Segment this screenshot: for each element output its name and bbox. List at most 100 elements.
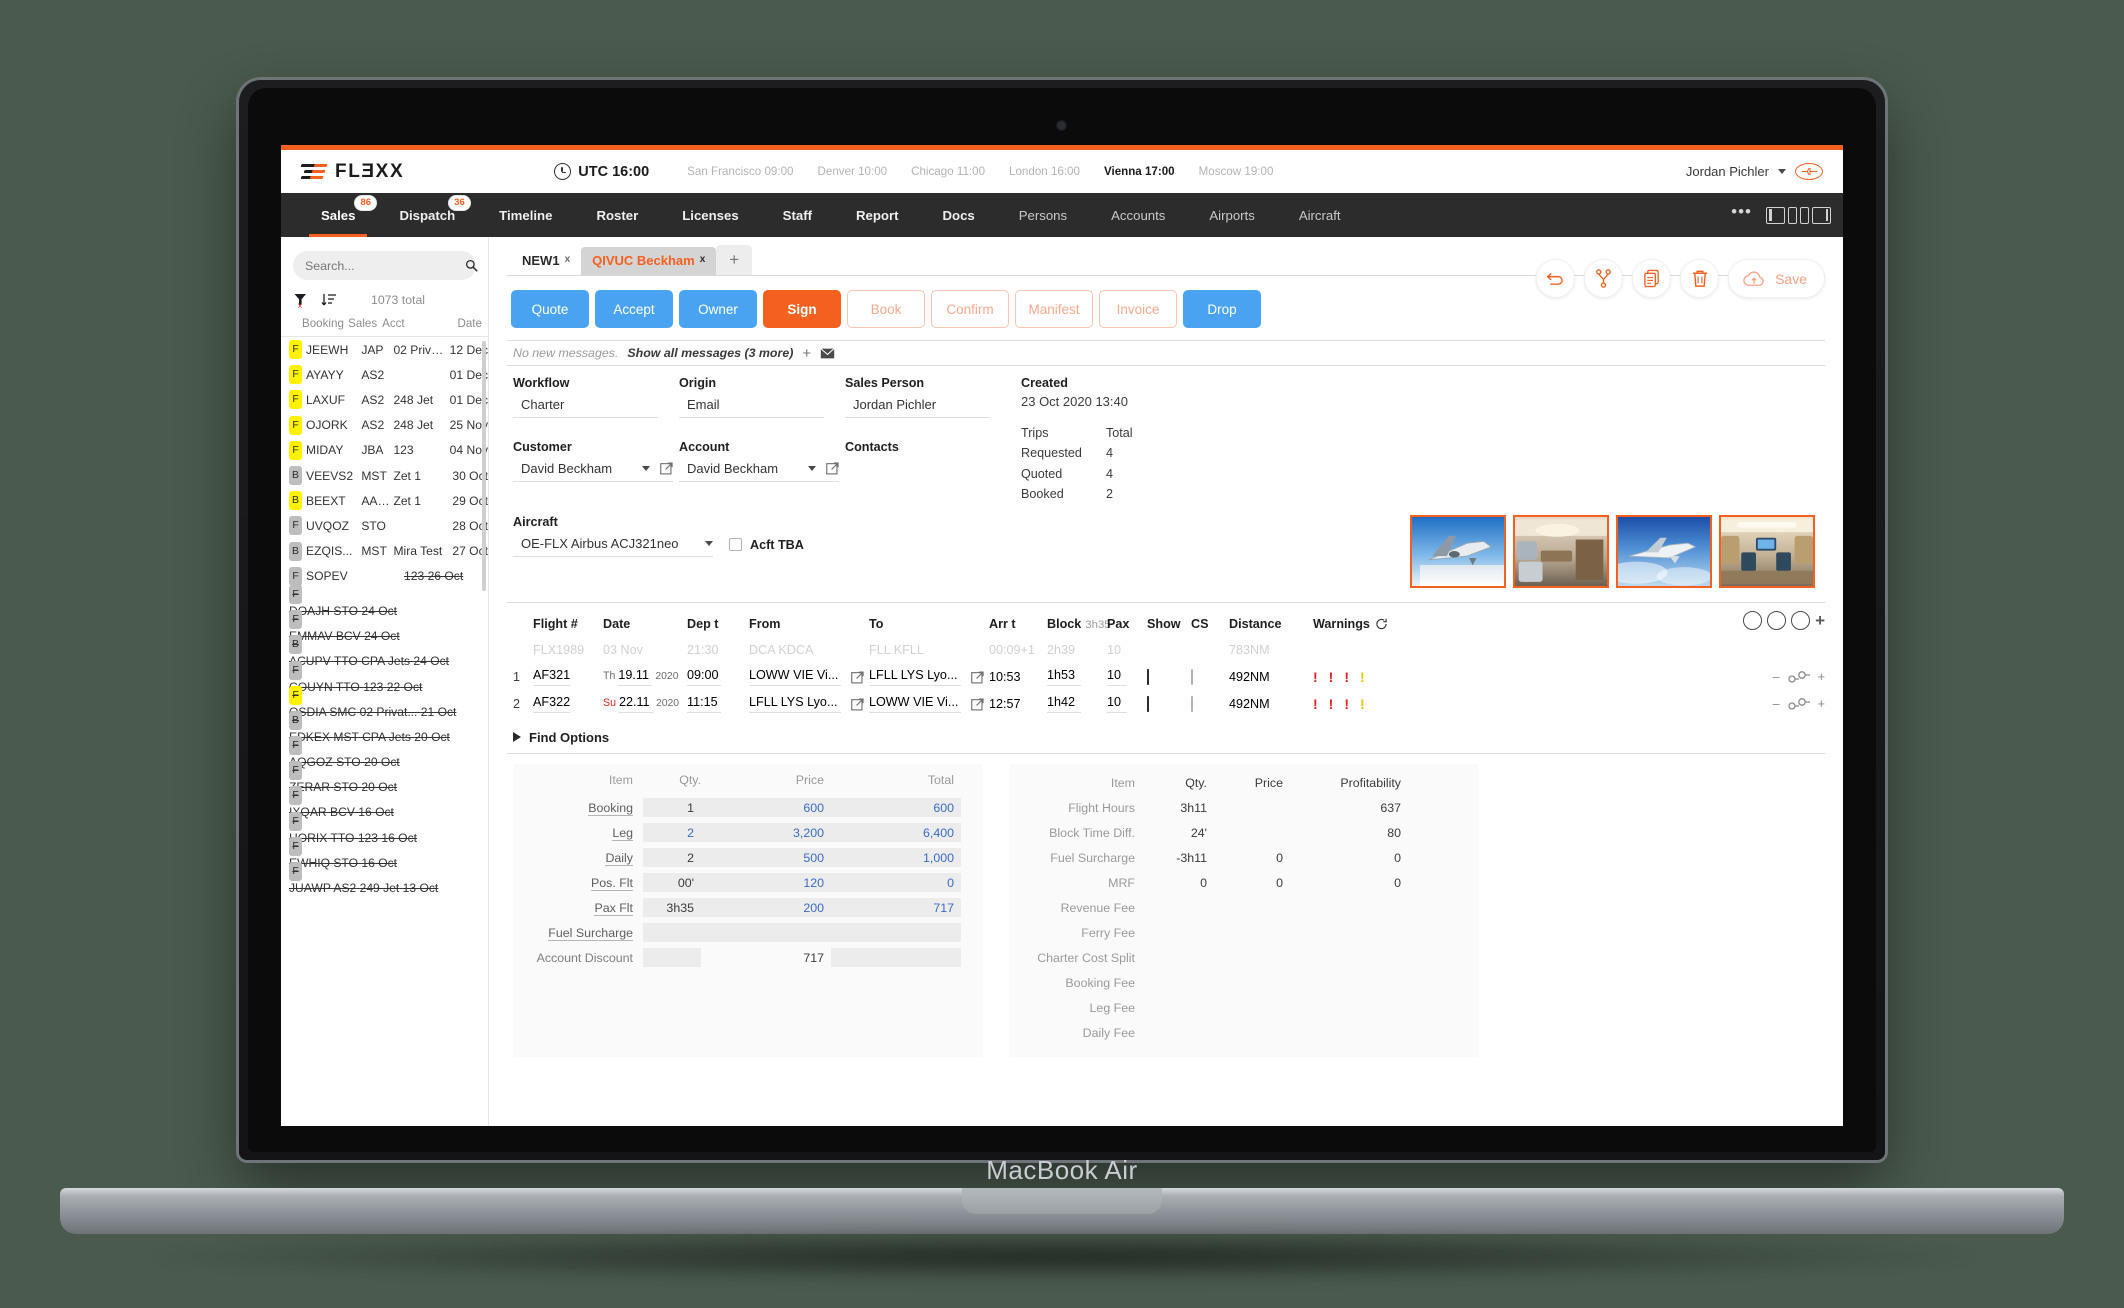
- pricing-qty[interactable]: 1: [643, 798, 701, 818]
- list-item[interactable]: F AYAYY AS2 01 Dec: [281, 362, 488, 387]
- duplicate-button[interactable]: [1632, 259, 1672, 298]
- add-tab-button[interactable]: +: [716, 245, 753, 275]
- warning-icon[interactable]: !: [1344, 696, 1349, 712]
- list-item[interactable]: F LAXUF AS2 248 Jet 01 Dec: [281, 387, 488, 412]
- origin-value[interactable]: Email: [679, 394, 824, 418]
- list-item[interactable]: F UVQOZ STO 28 Oct: [281, 513, 488, 538]
- crew-icon[interactable]: [1767, 611, 1787, 631]
- flight-cs-checkbox[interactable]: [1191, 669, 1229, 686]
- flight-pax[interactable]: 10: [1107, 668, 1147, 687]
- pricing-item[interactable]: Pax Flt: [525, 900, 643, 916]
- open-external-icon[interactable]: [826, 462, 839, 475]
- pricing-total[interactable]: 600: [831, 798, 961, 818]
- add-message-icon[interactable]: +: [802, 345, 811, 362]
- pricing-qty[interactable]: 00': [643, 873, 701, 893]
- overflow-menu-icon[interactable]: •••: [1731, 203, 1752, 220]
- world-clock-city[interactable]: Moscow 19:00: [1199, 165, 1274, 178]
- pricing-item[interactable]: Leg: [525, 825, 643, 841]
- aircraft-in-flight[interactable]: [1616, 514, 1712, 588]
- aircraft-select[interactable]: OE-FLX Airbus ACJ321neo: [513, 533, 713, 557]
- flight-to[interactable]: LFLL LYS Lyo...: [869, 668, 989, 687]
- layout-triple-icon[interactable]: [1812, 206, 1831, 224]
- route-icon[interactable]: [1786, 670, 1812, 684]
- nav-item-airports[interactable]: Airports: [1187, 193, 1276, 237]
- pricing-qty[interactable]: [643, 923, 701, 943]
- action-accept-button[interactable]: Accept: [595, 290, 673, 328]
- nav-item-sales[interactable]: Sales 86: [299, 193, 377, 237]
- nav-item-licenses[interactable]: Licenses: [660, 193, 760, 237]
- undo-button[interactable]: [1536, 259, 1576, 298]
- flight-to[interactable]: LOWW VIE Vi...: [869, 695, 989, 714]
- list-item[interactable]: F MIDAY JBA 123 04 Nov: [281, 438, 488, 463]
- nav-item-staff[interactable]: Staff: [761, 193, 834, 237]
- pricing-price[interactable]: 500: [701, 848, 831, 868]
- sort-icon[interactable]: [321, 292, 337, 308]
- acft-tba-checkbox[interactable]: [729, 538, 742, 552]
- flight-show-checkbox[interactable]: [1147, 696, 1191, 713]
- pricing-total[interactable]: 1,000: [831, 848, 961, 868]
- layout-split-right-icon[interactable]: [1800, 206, 1809, 224]
- pricing-item[interactable]: Daily: [525, 850, 643, 866]
- pricing-qty[interactable]: 3h35: [643, 898, 701, 918]
- nav-item-accounts[interactable]: Accounts: [1089, 193, 1187, 237]
- delete-button[interactable]: [1680, 259, 1720, 298]
- aircraft-exterior-takeoff[interactable]: [1410, 514, 1506, 588]
- warning-icon[interactable]: !: [1329, 696, 1334, 712]
- pricing-qty[interactable]: [643, 948, 701, 968]
- customer-select[interactable]: David Beckham: [513, 458, 673, 482]
- pricing-total[interactable]: [831, 923, 961, 943]
- nav-item-timeline[interactable]: Timeline: [477, 193, 574, 237]
- fuel-icon[interactable]: [1791, 611, 1811, 631]
- add-leg-icon[interactable]: +: [1818, 697, 1825, 711]
- world-clock-city[interactable]: Denver 10:00: [818, 165, 888, 178]
- pricing-total[interactable]: 6,400: [831, 823, 961, 843]
- layout-split-left-icon[interactable]: [1788, 206, 1797, 224]
- add-leg-icon[interactable]: +: [1818, 670, 1825, 684]
- search-input[interactable]: [305, 258, 465, 273]
- open-external-icon[interactable]: [660, 462, 673, 475]
- pricing-price[interactable]: 600: [701, 798, 831, 818]
- warning-icon[interactable]: !: [1313, 669, 1318, 685]
- open-external-icon[interactable]: [971, 698, 984, 711]
- close-icon[interactable]: x: [700, 254, 706, 265]
- show-all-messages-link[interactable]: Show all messages (3 more): [627, 346, 793, 360]
- action-quote-button[interactable]: Quote: [511, 290, 589, 328]
- flight-row[interactable]: 2 AF322 Su 22.11 2020 11:15 LFLL LYS Lyo..…: [513, 691, 1825, 718]
- list-item[interactable]: F JEEWH JAP 02 Privat... 12 Dec: [281, 337, 488, 362]
- pricing-total[interactable]: 717: [831, 898, 961, 918]
- pricing-total[interactable]: [831, 948, 961, 968]
- action-invoice-button[interactable]: Invoice: [1099, 290, 1177, 328]
- nav-item-aircraft[interactable]: Aircraft: [1277, 193, 1363, 237]
- warning-icon[interactable]: !: [1360, 669, 1365, 685]
- filter-clear-icon[interactable]: x: [293, 292, 309, 310]
- list-item[interactable]: B VEEVS2 MST Zet 1 30 Oct: [281, 463, 488, 488]
- app-logo[interactable]: FLƎXX: [300, 161, 404, 183]
- flight-from[interactable]: LFLL LYS Lyo...: [749, 695, 869, 714]
- flight-date[interactable]: Su 22.11 2020: [603, 695, 687, 714]
- warning-icon[interactable]: !: [1329, 669, 1334, 685]
- action-drop-button[interactable]: Drop: [1183, 290, 1261, 328]
- cabin-interior-seats[interactable]: [1719, 514, 1815, 588]
- action-confirm-button[interactable]: Confirm: [931, 290, 1009, 328]
- chevron-down-icon[interactable]: [808, 466, 816, 471]
- list-item[interactable]: B EZQIS... MST Mira Test 27 Oct: [281, 539, 488, 564]
- pricing-qty[interactable]: 2: [643, 848, 701, 868]
- close-icon[interactable]: x: [565, 254, 571, 265]
- action-book-button[interactable]: Book: [847, 290, 925, 328]
- warning-icon[interactable]: !: [1313, 696, 1318, 712]
- user-menu[interactable]: Jordan Pichler: [1686, 163, 1829, 180]
- pricing-item[interactable]: Fuel Surcharge: [525, 925, 643, 941]
- layout-switcher[interactable]: [1766, 206, 1831, 224]
- flight-cs-checkbox[interactable]: [1191, 696, 1229, 713]
- cabin-interior-lounge[interactable]: [1513, 514, 1609, 588]
- warning-icon[interactable]: !: [1344, 669, 1349, 685]
- add-leg-icon[interactable]: +: [1815, 611, 1825, 631]
- action-owner-button[interactable]: Owner: [679, 290, 757, 328]
- open-external-icon[interactable]: [851, 671, 864, 684]
- nav-item-dispatch[interactable]: Dispatch 36: [377, 193, 477, 237]
- flight-warnings[interactable]: !!!!: [1313, 669, 1423, 685]
- salesperson-value[interactable]: Jordan Pichler: [845, 394, 990, 418]
- open-external-icon[interactable]: [971, 671, 984, 684]
- bookings-list[interactable]: F JEEWH JAP 02 Privat... 12 Dec F AYAYY …: [281, 337, 488, 1126]
- flight-no[interactable]: AF322: [533, 695, 603, 714]
